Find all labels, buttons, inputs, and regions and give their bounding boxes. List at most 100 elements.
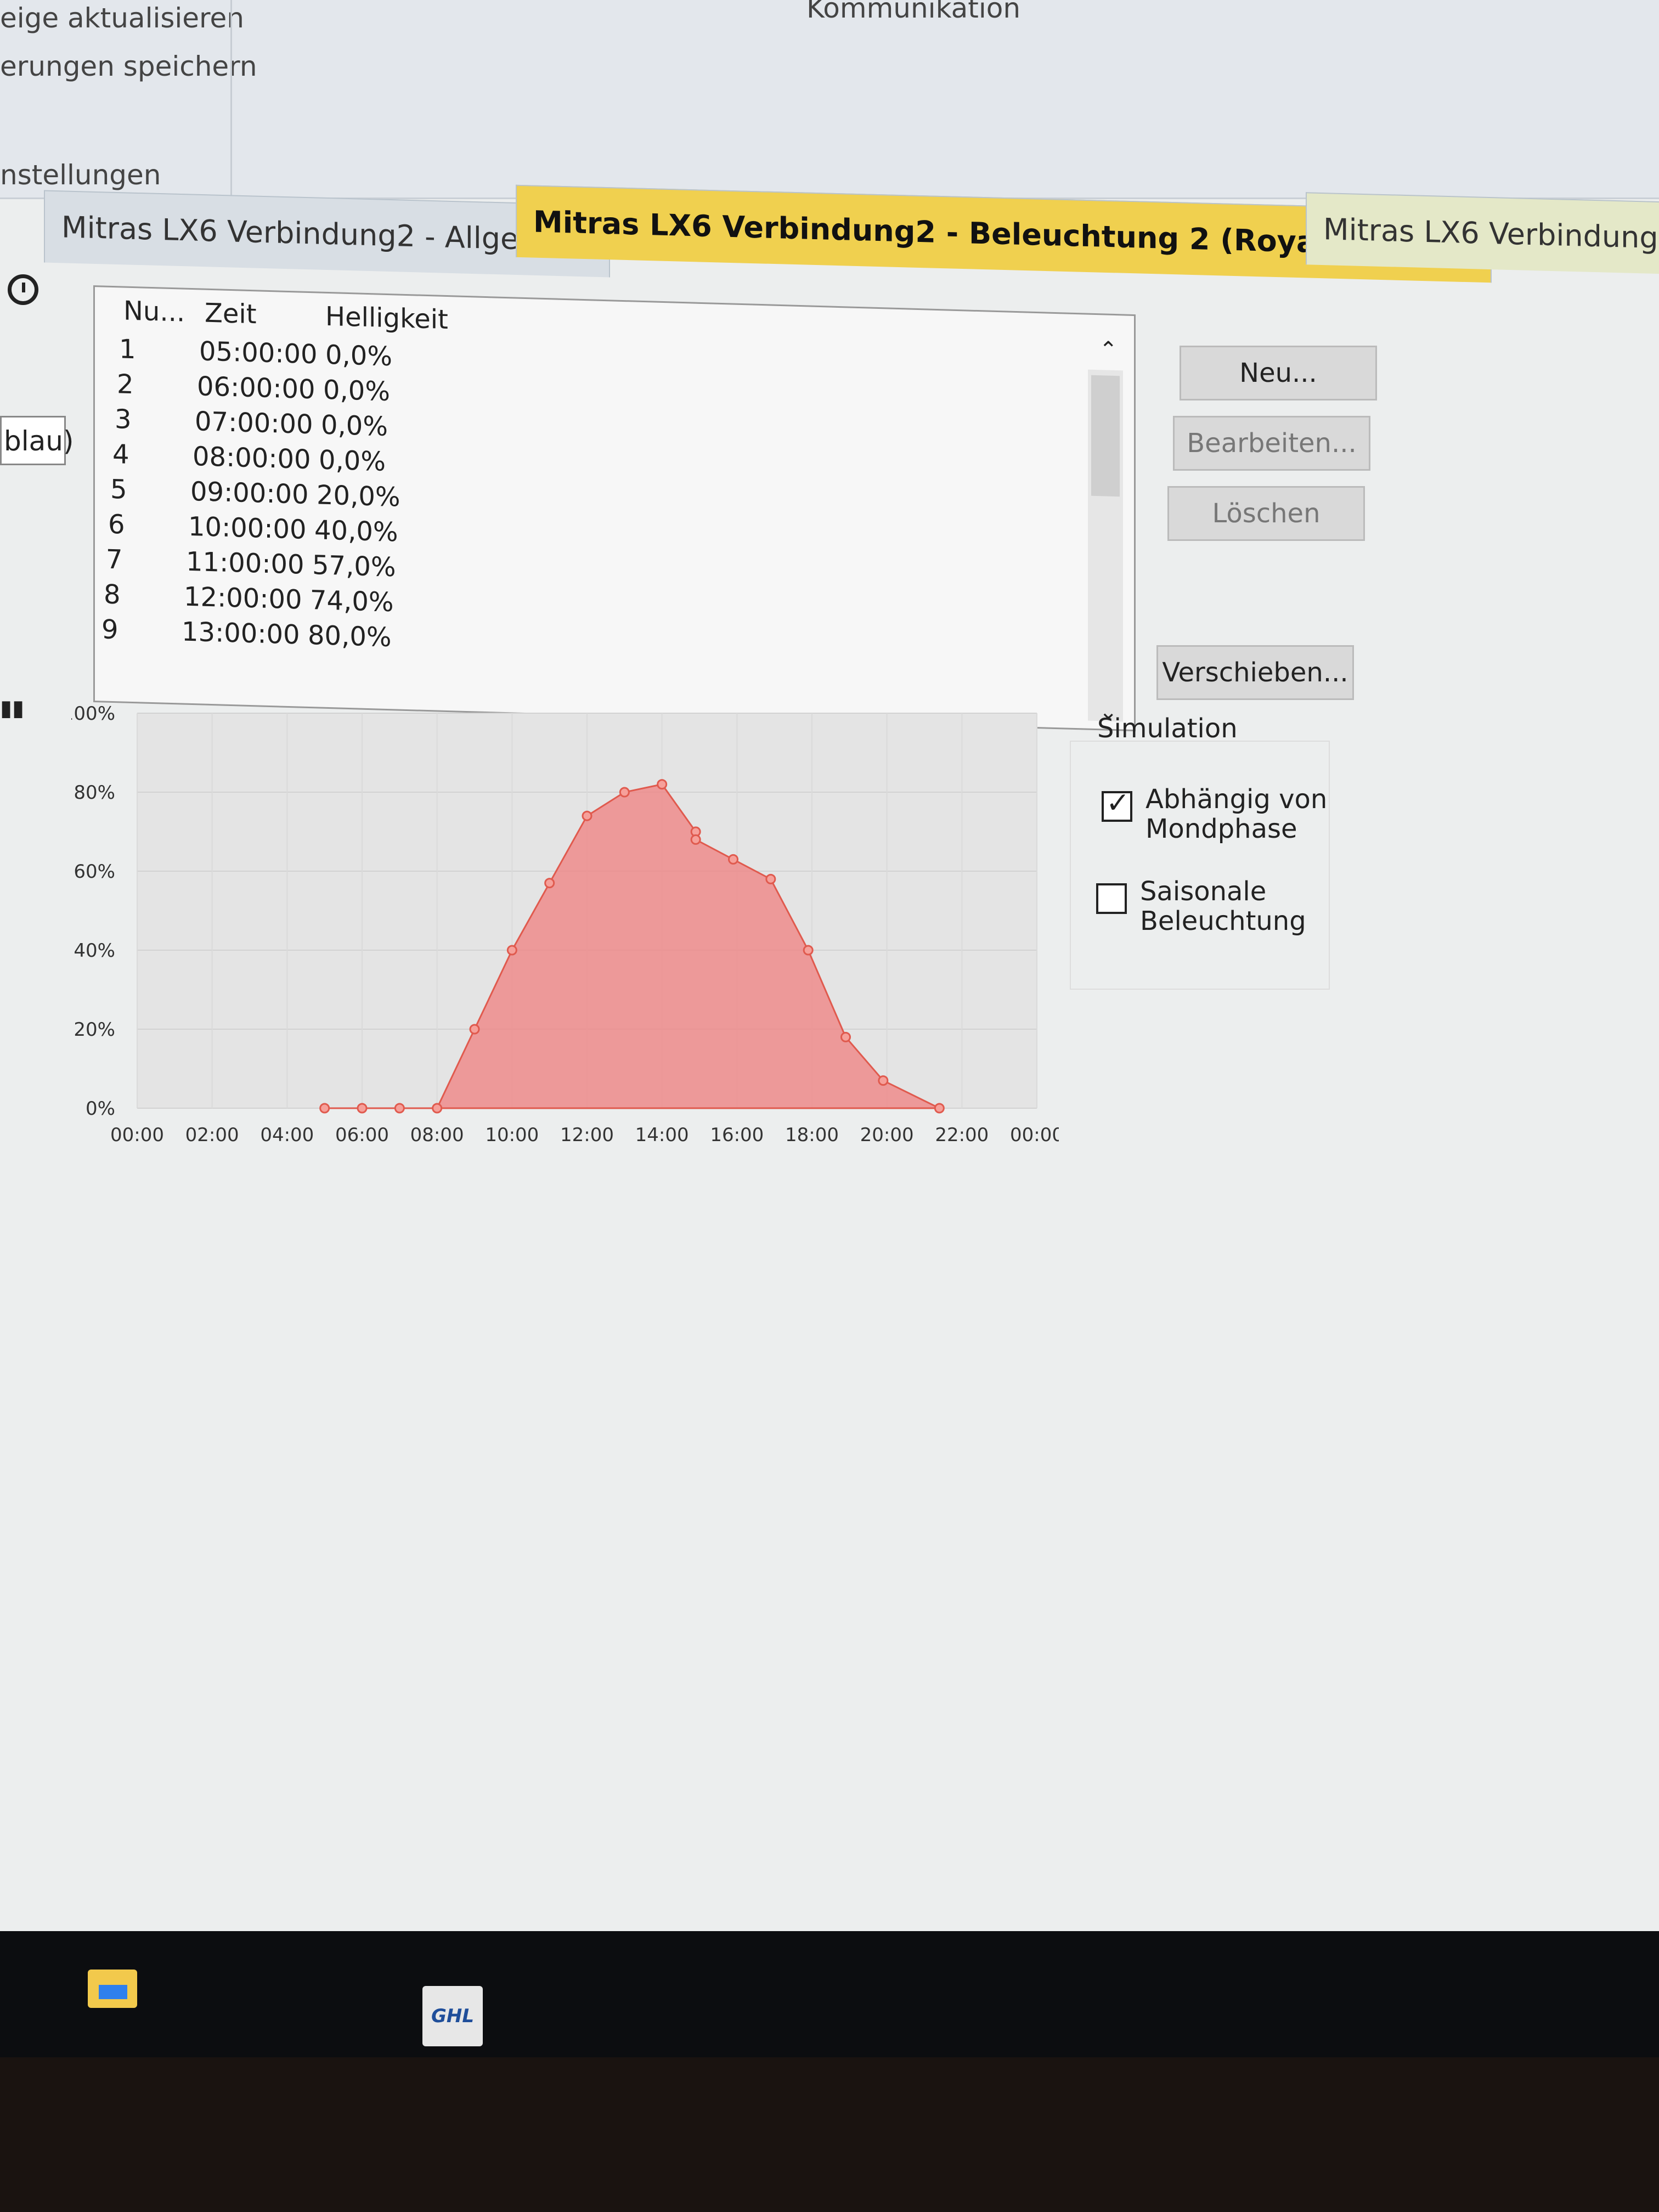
cell-number: 7 — [106, 544, 123, 575]
side-combo[interactable]: blau) — [0, 416, 74, 465]
ribbon-update-display[interactable]: eige aktualisieren — [0, 2, 244, 34]
moonphase-checkbox[interactable] — [1102, 787, 1132, 822]
simulation-group — [1070, 741, 1330, 990]
tab-lighting-label: Mitras LX6 Verbindung2 - Beleuchtung 2 (… — [533, 204, 1413, 262]
cell-brightness: 20,0% — [317, 479, 400, 513]
brightness-chart: 0%20%40%60%80%100% 00:0002:0004:0006:000… — [71, 703, 1059, 1146]
cell-brightness: 74,0% — [310, 585, 394, 618]
column-header-brightness[interactable]: Helligkeit — [325, 301, 448, 335]
cell-brightness: 40,0% — [314, 515, 398, 548]
cell-brightness: 57,0% — [312, 550, 396, 583]
chart-point[interactable] — [619, 787, 630, 798]
moonphase-label-line2: Mondphase — [1146, 814, 1297, 844]
cell-time: 06:00:00 — [197, 371, 315, 405]
seasonal-label-line1: Saisonale — [1140, 876, 1267, 907]
cell-number: 3 — [115, 404, 132, 435]
cell-brightness: 0,0% — [325, 339, 392, 373]
move-button[interactable]: Verschieben... — [1156, 645, 1354, 700]
ribbon-group-settings: nstellungen — [0, 159, 161, 191]
cell-time: 12:00:00 — [184, 581, 302, 616]
cell-time: 08:00:00 — [193, 441, 311, 476]
chart-point[interactable] — [657, 779, 668, 790]
clock-icon — [8, 274, 38, 305]
chart-point[interactable] — [544, 878, 555, 889]
cell-number: 9 — [101, 614, 119, 646]
chart-point[interactable] — [582, 810, 592, 821]
cell-brightness: 80,0% — [308, 619, 392, 653]
file-explorer-icon[interactable] — [88, 1970, 137, 2008]
schedule-grid[interactable]: Nu... Zeit Helligkeit 1 05:00:00 0,0% 2 … — [93, 285, 1136, 732]
chart-point[interactable] — [394, 1103, 405, 1114]
cell-time: 10:00:00 — [188, 511, 307, 545]
cell-number: 8 — [104, 579, 121, 611]
y-tick-label: 0% — [86, 1098, 115, 1120]
chart-icon: ▮▮ — [0, 696, 25, 721]
chevron-up-icon[interactable]: ⌃ — [1099, 337, 1118, 363]
chart-point[interactable] — [728, 854, 738, 865]
ghl-app-icon[interactable]: GHL — [422, 1986, 483, 2046]
cell-number: 2 — [117, 369, 134, 400]
cell-number: 1 — [119, 334, 136, 365]
taskbar — [0, 1931, 1659, 2057]
cell-brightness: 0,0% — [321, 409, 388, 442]
x-tick-label: 20:00 — [860, 1124, 914, 1146]
x-tick-label: 14:00 — [635, 1124, 689, 1146]
chart-point[interactable] — [319, 1103, 330, 1114]
y-axis-ticks: 0% 20% 40% 60% 80% 100% — [71, 703, 115, 1120]
moonphase-label-line1: Abhängig von — [1146, 784, 1328, 815]
chart-point[interactable] — [934, 1103, 945, 1114]
tab-next-label: Mitras LX6 Verbindung2 - — [1323, 212, 1659, 256]
chart-point[interactable] — [803, 945, 814, 956]
chart-point[interactable] — [506, 945, 517, 956]
y-tick-label: 100% — [71, 703, 115, 725]
simulation-group-title: Simulation — [1097, 713, 1238, 744]
tab-next[interactable]: Mitras LX6 Verbindung2 - — [1306, 192, 1659, 275]
chart-point[interactable] — [432, 1103, 443, 1114]
y-tick-label: 20% — [74, 1019, 115, 1041]
ribbon-group-communication: Kommunikation — [806, 0, 1021, 24]
seasonal-label: Saisonale Beleuchtung — [1140, 877, 1306, 936]
y-tick-label: 60% — [74, 861, 115, 883]
x-tick-label: 10:00 — [485, 1124, 539, 1146]
column-header-time[interactable]: Zeit — [205, 298, 257, 330]
chart-point[interactable] — [765, 873, 776, 884]
grid-scrollbar[interactable] — [1088, 369, 1123, 722]
cell-number: 4 — [112, 438, 129, 470]
x-tick-label: 00:00 — [1010, 1124, 1059, 1146]
x-tick-label: 00:00 — [110, 1124, 164, 1146]
cell-number: 6 — [108, 509, 125, 540]
scrollbar-thumb[interactable] — [1091, 375, 1120, 497]
chart-point[interactable] — [840, 1031, 851, 1042]
seasonal-label-line2: Beleuchtung — [1140, 906, 1306, 936]
x-tick-label: 18:00 — [785, 1124, 839, 1146]
column-header-number[interactable]: Nu... — [123, 296, 185, 328]
ribbon-save-changes[interactable]: erungen speichern — [0, 50, 257, 82]
chart-point[interactable] — [469, 1024, 480, 1035]
cell-brightness: 0,0% — [323, 374, 390, 408]
x-tick-label: 16:00 — [710, 1124, 764, 1146]
x-tick-label: 04:00 — [260, 1124, 314, 1146]
tab-general-label: Mitras LX6 Verbindung2 - Allgemein — [61, 210, 593, 258]
y-tick-label: 80% — [74, 782, 115, 804]
cell-time: 07:00:00 — [195, 406, 313, 441]
x-tick-label: 02:00 — [185, 1124, 239, 1146]
cell-number: 5 — [110, 473, 127, 505]
chart-point[interactable] — [690, 834, 701, 845]
y-tick-label: 40% — [74, 940, 115, 962]
chart-point[interactable] — [357, 1103, 368, 1114]
cell-time: 11:00:00 — [186, 546, 304, 580]
document-tabs: Mitras LX6 Verbindung2 - Allgemein Mitra… — [0, 184, 1659, 283]
ribbon: eige aktualisieren erungen speichern nst… — [0, 0, 1659, 199]
x-tick-label: 22:00 — [935, 1124, 989, 1146]
cell-time: 09:00:00 — [190, 476, 309, 510]
x-tick-label: 12:00 — [560, 1124, 614, 1146]
edit-button[interactable]: Bearbeiten... — [1173, 416, 1370, 471]
cell-time: 05:00:00 — [199, 336, 318, 370]
chart-point[interactable] — [878, 1075, 889, 1086]
x-tick-label: 08:00 — [410, 1124, 464, 1146]
ribbon-separator — [230, 0, 232, 198]
delete-button[interactable]: Löschen — [1167, 486, 1365, 541]
new-button[interactable]: Neu... — [1180, 346, 1377, 400]
moonphase-label: Abhängig von Mondphase — [1146, 785, 1327, 844]
seasonal-checkbox[interactable] — [1096, 883, 1127, 914]
